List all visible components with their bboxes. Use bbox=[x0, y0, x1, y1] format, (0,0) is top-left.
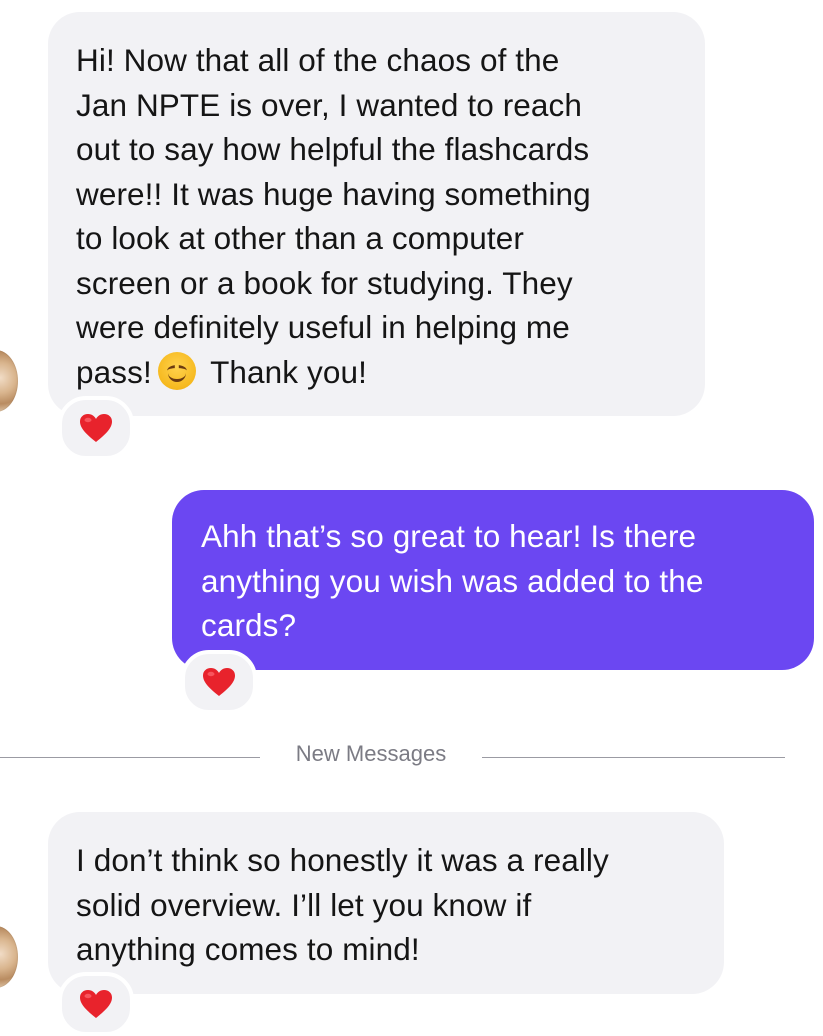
red-heart-icon bbox=[80, 990, 112, 1018]
message-text-tail: Thank you! bbox=[210, 353, 367, 390]
incoming-message-bubble[interactable]: I don’t think so honestly it was a reall… bbox=[48, 812, 724, 994]
message-text: Hi! Now that all of the chaos of the Jan… bbox=[76, 42, 591, 390]
heart-reaction[interactable] bbox=[181, 650, 257, 714]
red-heart-icon bbox=[80, 414, 112, 442]
divider-line-left bbox=[0, 757, 260, 758]
new-messages-divider-label: New Messages bbox=[295, 741, 447, 766]
divider-line-right bbox=[482, 757, 785, 758]
message-text: I don’t think so honestly it was a reall… bbox=[76, 842, 609, 967]
heart-reaction[interactable] bbox=[58, 396, 134, 460]
smiling-face-icon bbox=[157, 351, 196, 390]
incoming-message-bubble[interactable]: Hi! Now that all of the chaos of the Jan… bbox=[48, 12, 705, 416]
red-heart-icon bbox=[203, 668, 235, 696]
sender-avatar[interactable] bbox=[0, 350, 18, 412]
heart-reaction[interactable] bbox=[58, 972, 134, 1036]
sender-avatar[interactable] bbox=[0, 926, 18, 988]
outgoing-message-bubble[interactable]: Ahh that’s so great to hear! Is there an… bbox=[172, 490, 814, 670]
message-text: Ahh that’s so great to hear! Is there an… bbox=[201, 518, 704, 643]
